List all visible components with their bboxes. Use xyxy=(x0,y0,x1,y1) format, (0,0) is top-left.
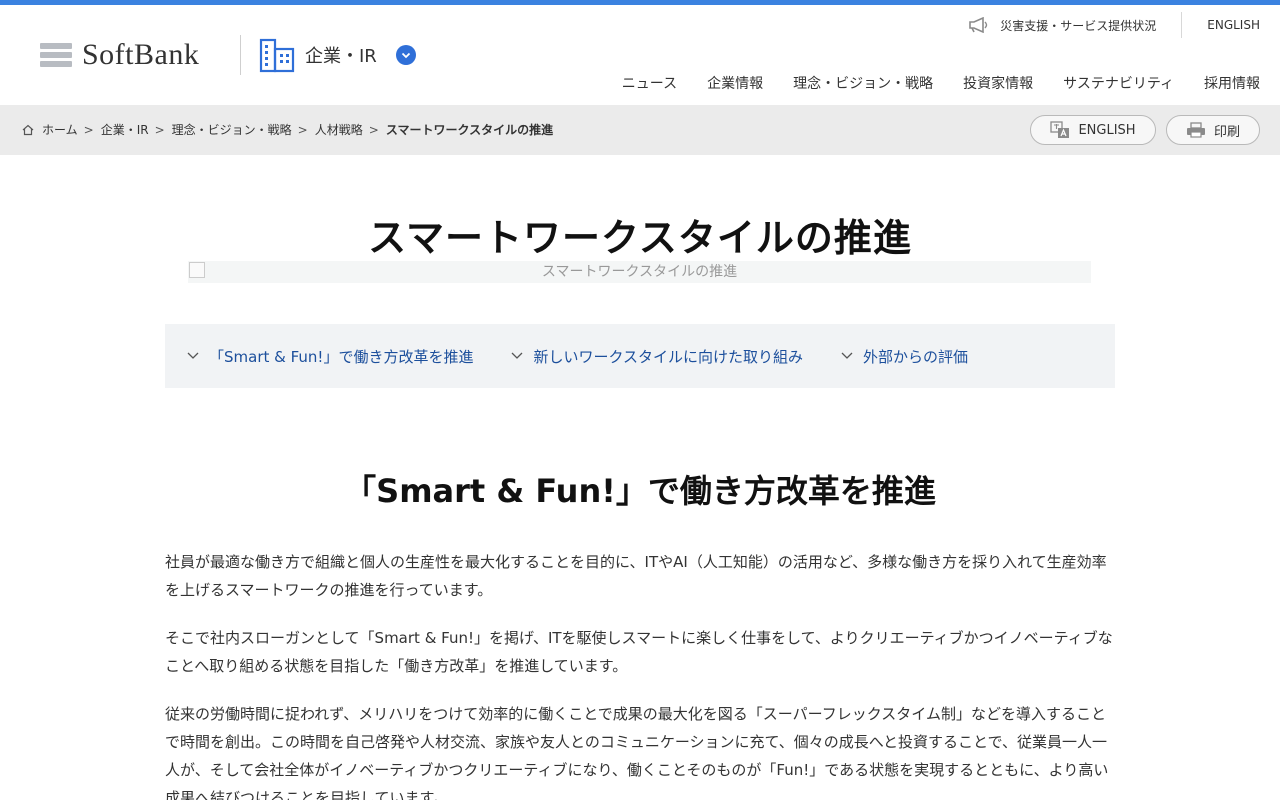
breadcrumb: ホーム > 企業・IR > 理念・ビジョン・戦略 > 人材戦略 > スマートワー… xyxy=(22,121,553,138)
print-button-label: 印刷 xyxy=(1213,124,1240,140)
english-button-label: ENGLISH xyxy=(1078,122,1136,138)
megaphone-icon xyxy=(969,17,988,33)
english-page-button[interactable]: ENGLISH xyxy=(1030,115,1156,145)
header-divider xyxy=(240,35,241,75)
breadcrumb-separator: > xyxy=(154,122,165,137)
breadcrumb-home[interactable]: ホーム xyxy=(42,121,78,138)
chevron-down-icon xyxy=(187,352,199,359)
chevron-down-icon xyxy=(511,352,523,359)
breadcrumb-corporate-ir[interactable]: 企業・IR xyxy=(101,121,149,138)
anchor-label: 「Smart & Fun!」で働き方改革を推進 xyxy=(209,347,474,366)
nav-item-corporate[interactable]: 企業情報 xyxy=(707,73,763,93)
chevron-down-icon[interactable] xyxy=(396,45,416,65)
breadcrumb-hr-strategy[interactable]: 人材戦略 xyxy=(315,121,363,138)
print-button[interactable]: 印刷 xyxy=(1166,115,1260,145)
anchor-label: 外部からの評価 xyxy=(863,347,969,366)
disaster-support-link[interactable]: 災害支援・サービス提供状況 xyxy=(968,17,1156,34)
nav-item-news[interactable]: ニュース xyxy=(622,73,677,93)
site-header: SoftBank 企業・IR 災害支援・サービス提供状況 ENGLISH ニュー… xyxy=(0,5,1280,105)
printer-icon xyxy=(1186,122,1205,138)
anchor-label: 新しいワークスタイルに向けた取り組み xyxy=(533,347,804,366)
breadcrumb-separator: > xyxy=(368,122,379,137)
nav-item-careers[interactable]: 採用情報 xyxy=(1204,73,1260,93)
utility-divider xyxy=(1181,12,1183,38)
body-paragraph: 社員が最適な働き方で組織と個人の生産性を最大化することを目的に、ITやAI（人工… xyxy=(165,553,1107,599)
anchor-link-external-evaluation[interactable]: 外部からの評価 xyxy=(841,346,968,367)
section-label: 企業・IR xyxy=(305,46,377,67)
disaster-support-label: 災害支援・サービス提供状況 xyxy=(1000,18,1157,33)
anchor-link-new-workstyle[interactable]: 新しいワークスタイルに向けた取り組み xyxy=(511,346,803,367)
logo-text: SoftBank xyxy=(82,38,200,71)
section-selector[interactable]: 企業・IR xyxy=(259,37,416,73)
page-title: スマートワークスタイルの推進 xyxy=(368,216,912,260)
hero-image-alt: スマートワークスタイルの推進 xyxy=(541,264,738,280)
breadcrumb-current: スマートワークスタイルの推進 xyxy=(385,123,554,137)
body-paragraph: そこで社内スローガンとして「Smart & Fun!」を掲げ、ITを駆使しスマー… xyxy=(165,629,1113,675)
breadcrumb-band: ホーム > 企業・IR > 理念・ビジョン・戦略 > 人材戦略 > スマートワー… xyxy=(0,105,1280,155)
utility-links: 災害支援・サービス提供状況 ENGLISH xyxy=(968,12,1260,38)
softbank-logo[interactable]: SoftBank xyxy=(40,38,200,71)
broken-image-icon xyxy=(189,262,205,278)
anchor-link-smart-fun[interactable]: 「Smart & Fun!」で働き方改革を推進 xyxy=(187,346,473,367)
page-anchor-nav: 「Smart & Fun!」で働き方改革を推進 新しいワークスタイルに向けた取り… xyxy=(165,324,1115,388)
section-title: 「Smart & Fun!」で働き方改革を推進 xyxy=(344,472,936,510)
body-paragraph: 従来の労働時間に捉われず、メリハリをつけて効率的に働くことで成果の最大化を図る「… xyxy=(165,705,1109,800)
breadcrumb-vision[interactable]: 理念・ビジョン・戦略 xyxy=(172,121,292,138)
english-link[interactable]: ENGLISH xyxy=(1207,18,1260,32)
global-nav: ニュース 企業情報 理念・ビジョン・戦略 投資家情報 サステナビリティ 採用情報 xyxy=(592,73,1260,93)
breadcrumb-separator: > xyxy=(297,122,308,137)
translate-icon xyxy=(1050,121,1070,138)
nav-item-investors[interactable]: 投資家情報 xyxy=(963,73,1033,93)
nav-item-vision[interactable]: 理念・ビジョン・戦略 xyxy=(793,73,933,93)
breadcrumb-separator: > xyxy=(83,122,94,137)
hero-image: スマートワークスタイルの推進 xyxy=(188,261,1091,283)
chevron-down-icon xyxy=(841,352,853,359)
logo-mark xyxy=(40,43,72,67)
home-icon xyxy=(22,124,34,135)
nav-item-sustainability[interactable]: サステナビリティ xyxy=(1063,73,1174,93)
building-icon xyxy=(259,38,295,73)
